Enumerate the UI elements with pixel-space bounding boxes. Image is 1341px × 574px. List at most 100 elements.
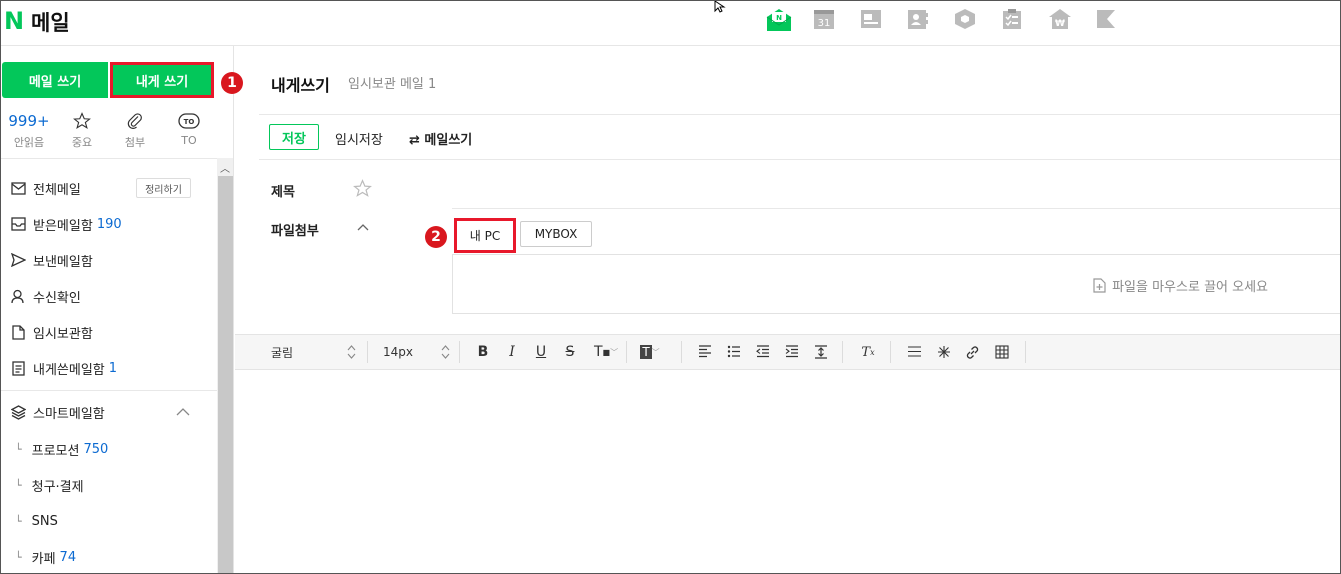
toolbar-divider [681,341,682,363]
folder-count: 750 [83,441,109,457]
clear-format-icon[interactable]: Tx [860,344,876,360]
folder-count: 1 [108,360,118,376]
naver-logo[interactable]: N [4,7,24,35]
folder-all[interactable]: 전체메일 [9,177,81,199]
quick-to-label: TO [181,134,197,147]
tidy-button[interactable]: 정리하기 [136,178,191,198]
special-char-icon[interactable] [937,345,951,359]
folder-count: 190 [96,216,122,232]
toolbar-divider [842,341,843,363]
editor-toolbar: 굴림 14px B I U S T ■ ﹀ T ﹀ Tx [235,334,1340,370]
scroll-thumb[interactable] [218,176,233,573]
save-button[interactable]: 저장 [269,124,319,150]
top-header: N 메일 N 31 ₩ [1,1,1340,46]
scroll-up-icon[interactable]: ︿ [220,160,230,175]
app-window: N 메일 N 31 ₩ 메일 쓰기 내게 쓰기 1 999+ 안읽음 중요 첨부… [0,0,1341,574]
inbox-icon [10,217,26,231]
font-select-arrows-icon[interactable] [347,345,356,359]
step-marker-2: 2 [425,226,447,248]
svg-text:TO: TO [184,118,195,126]
folder-self[interactable]: 내게쓴메일함 1 [9,357,117,379]
italic-icon[interactable]: I [504,344,520,360]
drop-hint: 파일을 마우스로 끌어 오세요 [1093,276,1268,295]
line-height-icon[interactable] [814,345,828,359]
todo-app-icon[interactable] [1001,8,1048,34]
quick-important[interactable]: 중요 [57,110,107,150]
smart-item-billing[interactable]: └ 청구·결제 [15,474,84,496]
app-title[interactable]: 메일 [31,7,70,37]
toolbar-divider [459,341,460,363]
folder-label: 스마트메일함 [33,406,105,422]
underline-icon[interactable]: U [533,344,549,360]
switch-to-mail-button[interactable]: ⇄ 메일쓰기 [409,129,472,148]
smart-item-promotion[interactable]: └ 프로모션 750 [15,438,108,460]
compose-to-self-button[interactable]: 내게 쓰기 [110,62,214,98]
quick-attach[interactable]: 첨부 [110,110,160,150]
calendar-app-icon[interactable]: 31 [813,8,860,34]
file-drop-zone[interactable]: 파일을 마우스로 끌어 오세요 [452,254,1340,314]
horizontal-rule-icon[interactable] [907,345,922,358]
link-icon[interactable] [965,345,980,360]
smart-item-sns[interactable]: └ SNS [15,510,58,532]
folder-label: 내게쓴메일함 [33,362,105,378]
divider [259,114,1340,115]
indent-icon[interactable] [785,345,799,358]
folder-receipt[interactable]: 수신확인 [9,285,81,307]
mail-app-icon[interactable]: N [766,8,813,34]
folder-drafts[interactable]: 임시보관함 [9,321,93,343]
toolbar-divider [367,341,368,363]
table-icon[interactable] [995,345,1009,359]
attach-label: 파일첨부 [271,224,319,239]
quick-attach-label: 첨부 [124,136,146,149]
folder-label: 전체메일 [33,182,81,198]
star-icon [73,112,91,129]
collapse-chevron-icon[interactable] [176,407,190,416]
size-select-arrows-icon[interactable] [441,345,450,359]
font-select[interactable]: 굴림 [271,335,293,369]
toolbar-divider [626,341,627,363]
chevron-up-icon[interactable] [357,223,369,231]
compose-mail-button[interactable]: 메일 쓰기 [2,62,108,98]
my-pc-button[interactable]: 내 PC [454,218,516,253]
smart-item-cafe[interactable]: └ 카페 74 [15,546,76,568]
text-color-icon[interactable]: T ■ ﹀ [591,344,621,360]
bg-color-icon[interactable]: T ﹀ [634,344,666,360]
quick-unread-label: 안읽음 [13,136,45,149]
bullet-list-icon[interactable] [727,345,741,358]
draft-count-link[interactable]: 임시보관 메일 1 [348,73,436,92]
draft-icon [11,324,25,340]
pay-app-icon[interactable]: ₩ [1048,8,1095,34]
quick-unread[interactable]: 999+ 안읽음 [4,110,54,150]
drop-text: 파일을 마우스로 끌어 오세요 [1112,280,1268,295]
receipt-icon [10,289,24,303]
size-select[interactable]: 14px [383,335,413,369]
align-left-icon[interactable] [698,345,712,358]
mybox-app-icon[interactable] [954,8,1001,34]
font-value: 굴림 [271,345,294,360]
svg-text:₩: ₩ [1055,19,1065,29]
send-icon [10,253,26,267]
switch-label: 메일쓰기 [424,133,473,148]
outdent-icon[interactable] [756,345,770,358]
compose-panel: 내게쓰기 임시보관 메일 1 저장 임시저장 ⇄ 메일쓰기 제목 파일첨부 2 … [235,46,1340,573]
mouse-cursor-icon [714,1,726,13]
smart-mailbox[interactable]: 스마트메일함 [9,401,105,423]
svg-text:N: N [776,14,782,22]
star-icon[interactable] [353,179,372,198]
strikethrough-icon[interactable]: S [562,344,578,360]
mybox-button[interactable]: MYBOX [520,221,592,247]
bold-icon[interactable]: B [475,344,491,360]
editor-body[interactable] [235,371,1340,573]
size-value: 14px [383,345,413,359]
app-switcher: N 31 ₩ [766,8,1142,34]
sidebar-scrollbar[interactable]: ︿ [217,158,233,573]
contacts-app-icon[interactable] [907,8,954,34]
folder-sent[interactable]: 보낸메일함 [9,249,93,271]
save-draft-button[interactable]: 임시저장 [335,129,383,148]
folder-label: 받은메일함 [33,218,93,234]
folder-count: 74 [59,549,77,565]
bookmark-app-icon[interactable] [1095,8,1142,34]
folder-inbox[interactable]: 받은메일함 190 [9,213,122,235]
quick-to[interactable]: TO TO [164,110,214,147]
memo-app-icon[interactable] [860,8,907,34]
